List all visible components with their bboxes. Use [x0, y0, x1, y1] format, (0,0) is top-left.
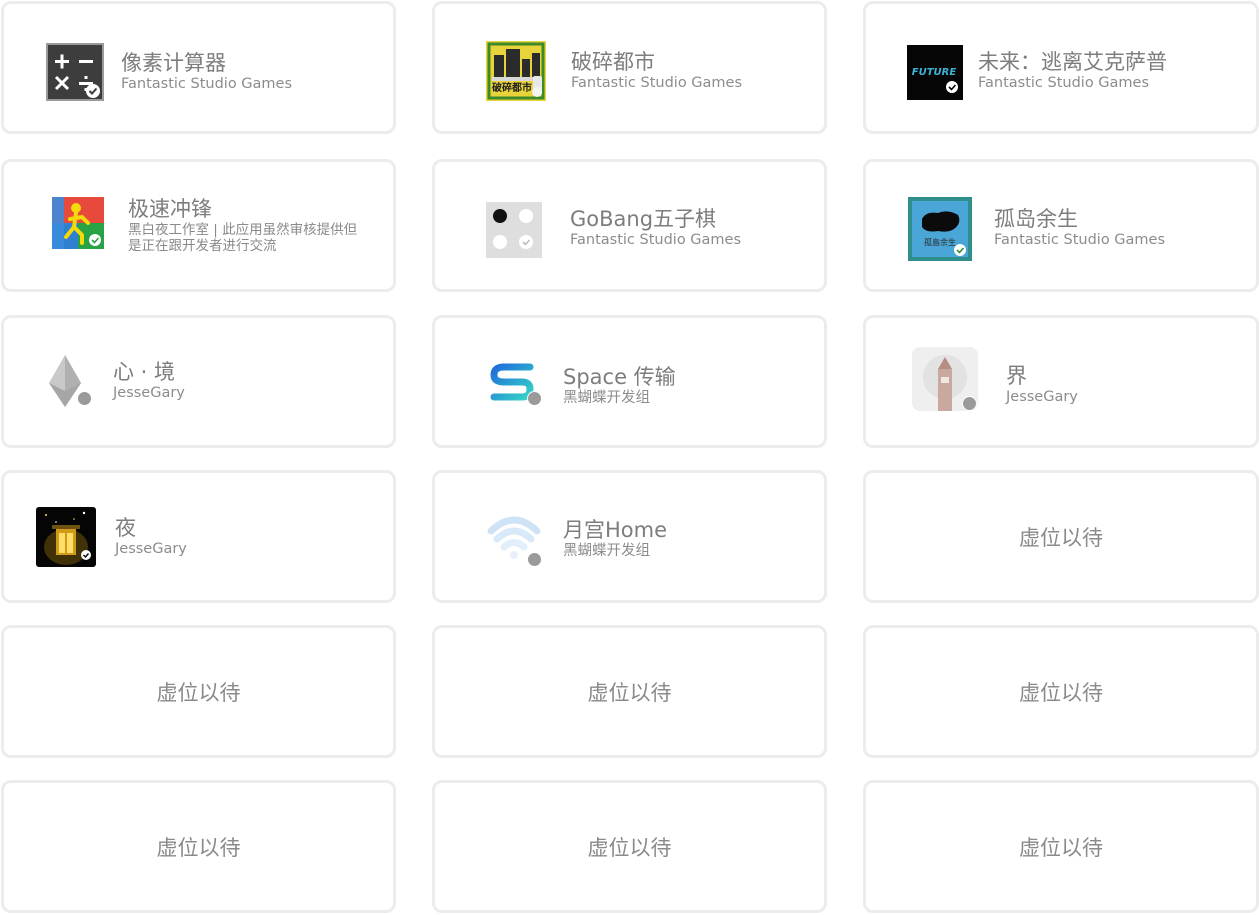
app-grid: 像素计算器 Fantastic Studio Games 破碎都市 破碎都市 F…: [0, 0, 1259, 915]
placeholder-label: 虚位以待: [587, 835, 672, 860]
app-card-realm[interactable]: 界 JesseGary: [863, 315, 1259, 448]
app-title: 心 · 境: [113, 360, 176, 384]
app-card-space-transfer[interactable]: Space 传输 黑蝴蝶开发组: [432, 315, 827, 448]
placeholder-card[interactable]: 虚位以待: [1, 625, 396, 758]
crystal-icon: [45, 353, 95, 409]
app-card-speed-charge[interactable]: 极速冲锋 黑白夜工作室 | 此应用虽然审核提供但是正在跟开发者进行交流: [1, 159, 396, 292]
placeholder-label: 虚位以待: [1019, 680, 1103, 705]
app-developer: JesseGary: [115, 541, 187, 557]
tower-icon: [912, 347, 978, 413]
app-card-broken-city[interactable]: 破碎都市 破碎都市 Fantastic Studio Games: [432, 1, 827, 134]
verified-badge-icon: [527, 552, 542, 567]
app-title: GoBang五子棋: [570, 207, 717, 231]
app-card-night[interactable]: 夜 JesseGary: [1, 470, 396, 603]
app-card-island-survival[interactable]: 孤島余生 孤岛余生 Fantastic Studio Games: [863, 159, 1259, 292]
app-card-gobang[interactable]: GoBang五子棋 Fantastic Studio Games: [432, 159, 827, 292]
app-title: 像素计算器: [121, 51, 226, 75]
app-title: 未来：逃离艾克萨普: [978, 50, 1167, 74]
app-developer: Fantastic Studio Games: [978, 75, 1150, 91]
app-developer: 黑蝴蝶开发组: [563, 390, 650, 406]
placeholder-label: 虚位以待: [1019, 525, 1103, 550]
runner-icon: [52, 197, 104, 249]
gobang-icon: [486, 202, 542, 258]
app-card-future-escape[interactable]: FUTURE 未来：逃离艾克萨普 Fantastic Studio Games: [863, 1, 1259, 134]
app-card-pixel-calculator[interactable]: 像素计算器 Fantastic Studio Games: [1, 1, 396, 134]
future-icon: FUTURE: [907, 45, 963, 100]
placeholder-label: 虚位以待: [587, 680, 672, 705]
app-card-heart-realm[interactable]: 心 · 境 JesseGary: [1, 315, 396, 448]
placeholder-card[interactable]: 虚位以待: [863, 780, 1259, 913]
app-title: 破碎都市: [571, 50, 655, 74]
app-title: 极速冲锋: [128, 197, 212, 221]
placeholder-card[interactable]: 虚位以待: [863, 470, 1259, 603]
verified-badge-icon: [77, 391, 92, 406]
app-title: Space 传输: [563, 365, 676, 389]
placeholder-card[interactable]: 虚位以待: [1, 780, 396, 913]
city-icon-text: 破碎都市: [492, 81, 532, 94]
app-developer: Fantastic Studio Games: [571, 75, 743, 91]
app-card-moon-palace-home[interactable]: 月宫Home 黑蝴蝶开发组: [432, 470, 827, 603]
placeholder-card[interactable]: 虚位以待: [863, 625, 1259, 758]
placeholder-card[interactable]: 虚位以待: [432, 780, 827, 913]
space-transfer-icon: [490, 363, 542, 406]
app-developer: Fantastic Studio Games: [994, 232, 1166, 248]
placeholder-card[interactable]: 虚位以待: [432, 625, 827, 758]
app-developer: Fantastic Studio Games: [570, 232, 742, 248]
placeholder-label: 虚位以待: [156, 835, 241, 860]
app-developer: 黑蝴蝶开发组: [563, 543, 650, 559]
app-title: 孤岛余生: [994, 207, 1078, 231]
app-developer: Fantastic Studio Games: [121, 76, 293, 92]
city-icon: 破碎都市: [486, 41, 546, 101]
app-title: 夜: [115, 516, 136, 540]
app-title: 界: [1006, 364, 1027, 388]
app-title: 月宫Home: [563, 518, 668, 542]
calculator-icon: [46, 43, 104, 101]
placeholder-label: 虚位以待: [1019, 835, 1103, 860]
placeholder-label: 虚位以待: [156, 680, 241, 705]
app-developer: JesseGary: [1006, 389, 1078, 405]
wifi-home-icon: [485, 509, 543, 567]
island-icon: 孤島余生: [908, 197, 972, 261]
future-icon-text: FUTURE: [912, 67, 957, 78]
app-developer: JesseGary: [113, 385, 185, 401]
verified-badge-icon: [962, 396, 977, 411]
app-developer: 黑白夜工作室 | 此应用虽然审核提供但是正在跟开发者进行交流: [128, 222, 358, 254]
island-icon-text: 孤島余生: [924, 237, 956, 247]
night-gate-icon: [36, 507, 96, 567]
verified-badge-icon: [527, 391, 542, 406]
